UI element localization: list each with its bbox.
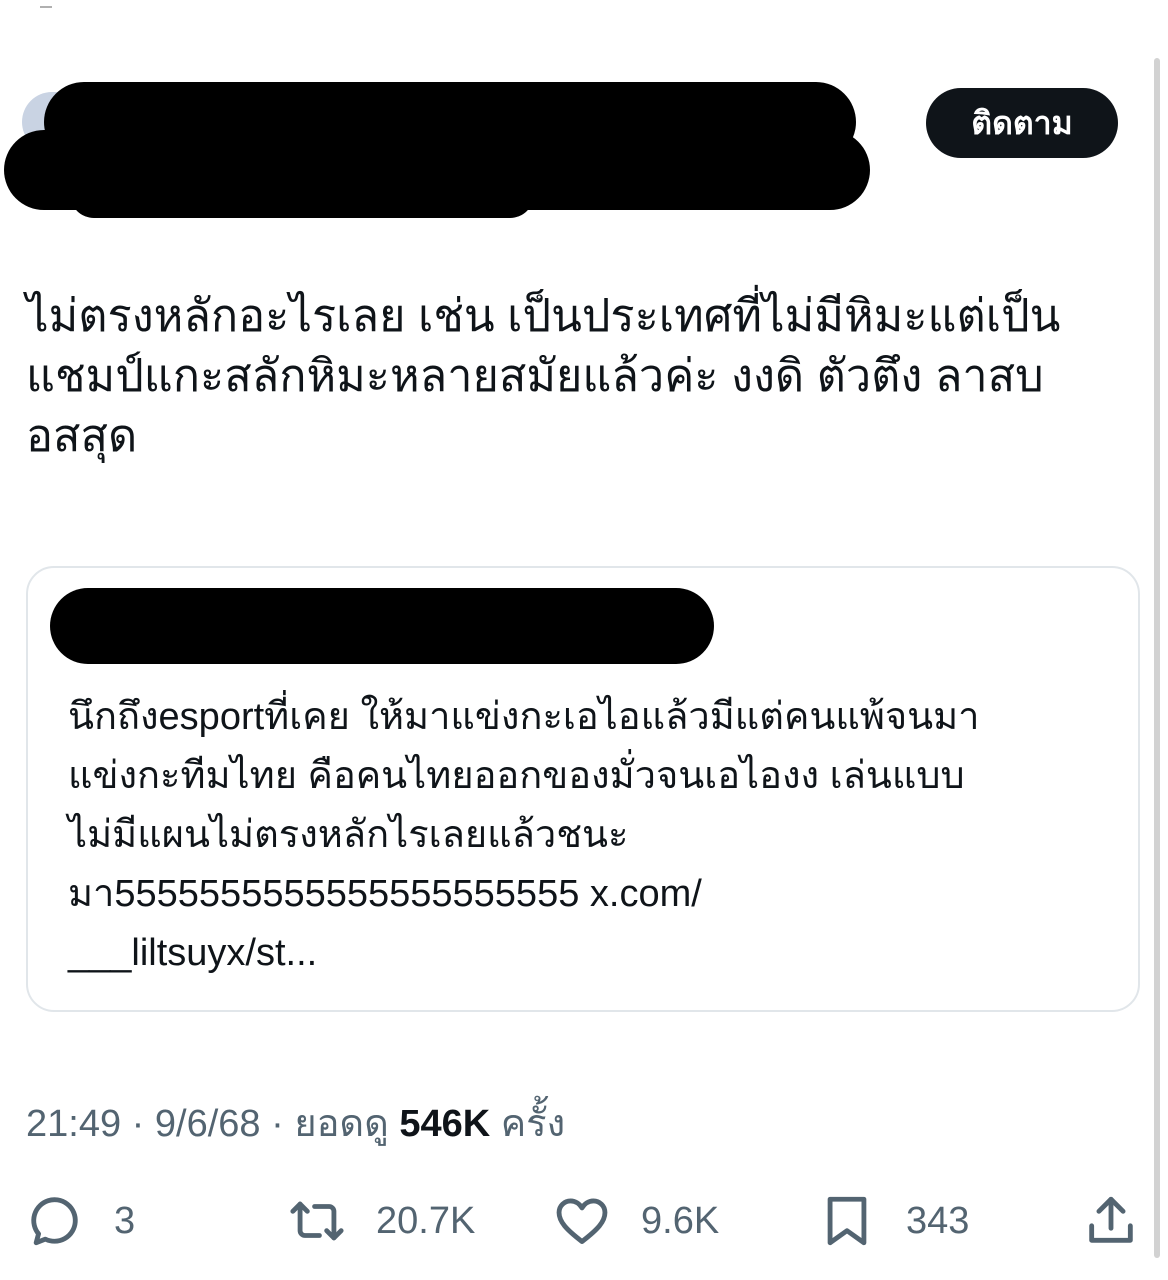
bookmark-icon: [827, 1196, 867, 1246]
views-suffix: ครั้ง: [500, 1103, 566, 1145]
post-text: ไม่ตรงหลักอะไรเลย เช่น เป็นประเทศที่ไม่ม…: [26, 290, 1061, 461]
meta-separator-2: ·: [260, 1103, 295, 1145]
like-count: 9.6K: [641, 1199, 720, 1242]
reply-icon: [31, 1197, 78, 1246]
bookmark-button[interactable]: 343: [818, 1186, 969, 1256]
reply-button[interactable]: 3: [26, 1186, 135, 1256]
quoted-post-text: นึกถึงesportที่เคย ให้มาแข่งกะเอไอแล้วมี…: [68, 696, 980, 974]
share-icon: [1089, 1196, 1133, 1243]
views-count: 546K: [399, 1103, 491, 1145]
meta-separator: ·: [121, 1103, 155, 1145]
like-button[interactable]: 9.6K: [553, 1186, 719, 1256]
follow-button[interactable]: ติดตาม: [926, 88, 1118, 158]
redacted-quoted-author: [50, 588, 714, 664]
quoted-post-card[interactable]: นึกถึงesportที่เคย ให้มาแข่งกะเอไอแล้วมี…: [26, 566, 1140, 1012]
repost-button[interactable]: 20.7K: [288, 1186, 475, 1256]
repost-count: 20.7K: [376, 1199, 476, 1242]
reply-count: 3: [114, 1199, 136, 1242]
redacted-author-handle: [70, 170, 534, 218]
share-button[interactable]: [1082, 1186, 1140, 1256]
scrollbar[interactable]: [1154, 58, 1160, 1258]
action-bar: 3 20.7K 9.6K 343: [0, 1186, 1168, 1256]
heart-icon: [556, 1198, 608, 1244]
post-meta: 21:49 · 9/6/68 · ยอดดู 546K ครั้ง: [26, 1092, 565, 1153]
repost-icon: [290, 1201, 344, 1241]
bookmark-count: 343: [906, 1199, 970, 1242]
post-date[interactable]: 9/6/68: [155, 1103, 261, 1145]
post-time[interactable]: 21:49: [26, 1103, 121, 1145]
top-edge-fragment: [40, 0, 52, 8]
views-label: ยอดดู: [294, 1103, 389, 1145]
